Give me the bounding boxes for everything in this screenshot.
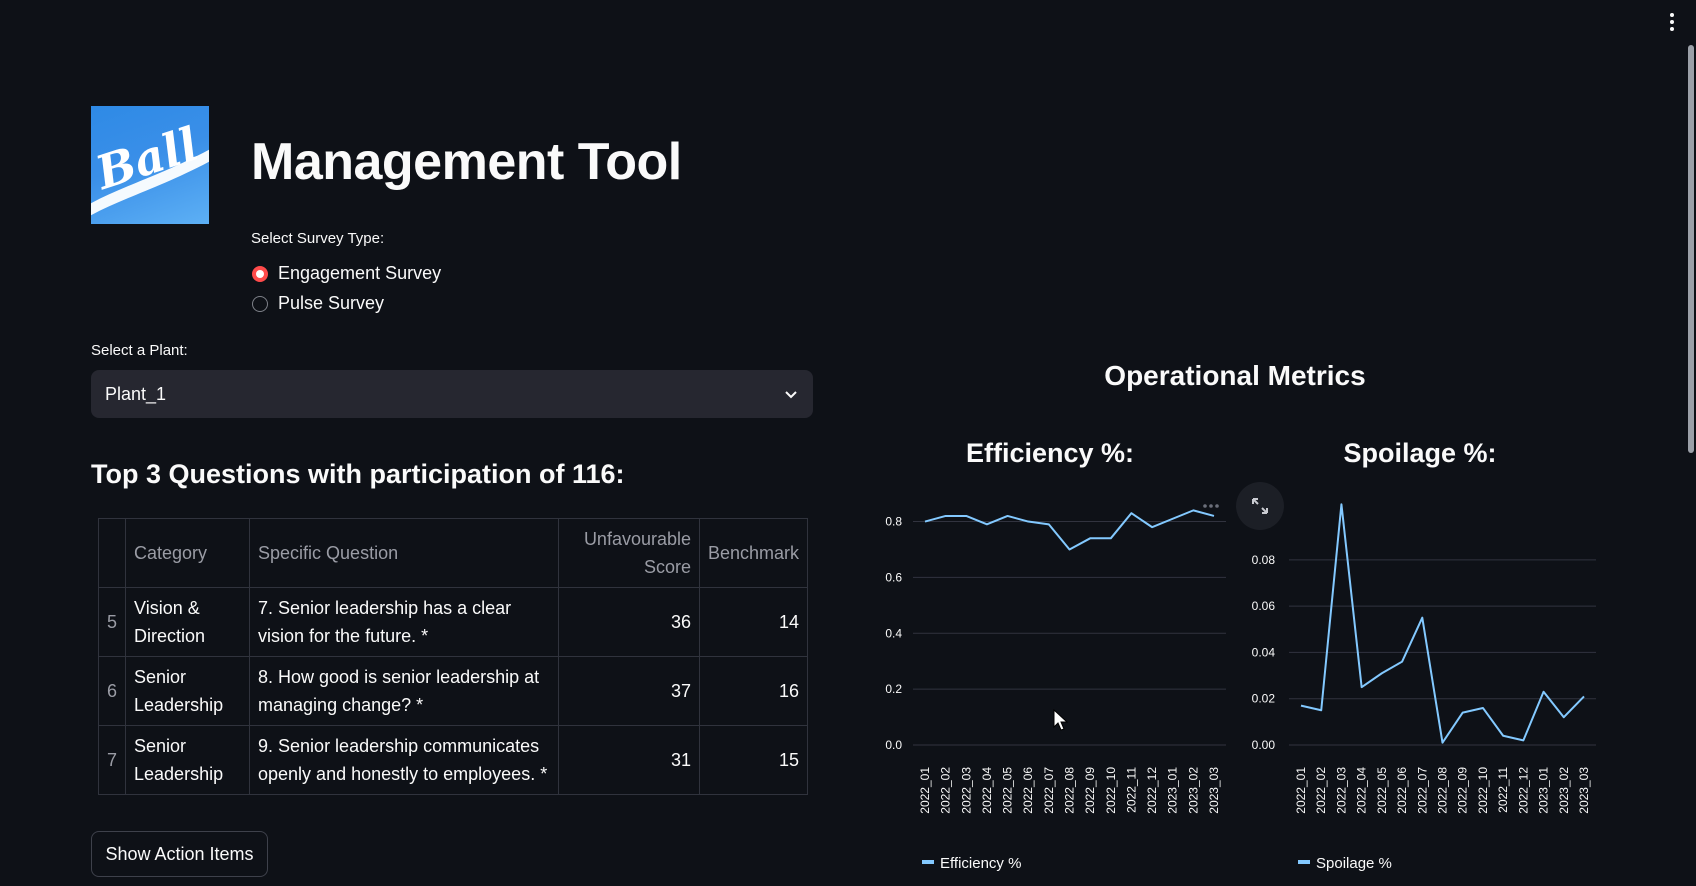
y-tick-label: 0.4 <box>885 626 902 640</box>
x-tick-label: 2022_09 <box>1456 767 1470 814</box>
data-point <box>1026 519 1031 524</box>
x-tick-label: 2022_01 <box>1294 767 1308 814</box>
y-tick-label: 0.0 <box>885 738 902 752</box>
x-tick-label: 2022_03 <box>959 767 973 814</box>
x-tick-label: 2022_02 <box>1314 767 1328 814</box>
legend-swatch <box>922 860 934 864</box>
charts-canvas: 0.0 0.2 0.4 0.6 0.8 2022_01 2022_02 2022_03 2022… <box>885 502 1596 872</box>
data-point <box>1191 508 1196 513</box>
x-tick-label: 2022_05 <box>1001 767 1015 814</box>
legend-label: Efficiency % <box>940 855 1021 872</box>
data-point <box>1541 689 1546 694</box>
x-tick-label: 2022_03 <box>1334 767 1348 814</box>
chart-menu-icon[interactable] <box>1203 504 1219 508</box>
data-point <box>1108 536 1113 541</box>
x-tick-label: 2023_01 <box>1537 767 1551 814</box>
y-tick-label: 0.04 <box>1252 645 1276 659</box>
x-tick-label: 2023_03 <box>1207 767 1221 814</box>
x-tick-label: 2022_09 <box>1083 767 1097 814</box>
x-tick-label: 2022_01 <box>918 767 932 814</box>
data-point <box>1420 615 1425 620</box>
x-tick-label: 2022_10 <box>1104 767 1118 814</box>
data-point <box>964 513 969 518</box>
x-tick-label: 2023_01 <box>1166 767 1180 814</box>
x-tick-label: 2022_08 <box>1436 767 1450 814</box>
data-point <box>1440 740 1445 745</box>
x-tick-label: 2022_12 <box>1516 767 1530 814</box>
data-point <box>1339 502 1344 507</box>
x-tick-label: 2022_05 <box>1375 767 1389 814</box>
x-tick-label: 2022_12 <box>1145 767 1159 814</box>
data-point <box>1501 733 1506 738</box>
x-tick-label: 2023_03 <box>1577 767 1591 814</box>
legend-swatch <box>1298 860 1310 864</box>
data-point <box>1067 547 1072 552</box>
y-tick-label: 0.00 <box>1252 738 1276 752</box>
data-point <box>1319 708 1324 713</box>
y-tick-label: 0.06 <box>1252 599 1276 613</box>
data-point <box>923 519 928 524</box>
data-point <box>984 522 989 527</box>
data-point <box>1460 710 1465 715</box>
x-tick-label: 2022_07 <box>1415 767 1429 814</box>
series-line <box>1300 503 1585 744</box>
x-tick-label: 2022_02 <box>939 767 953 814</box>
data-point <box>1046 522 1051 527</box>
data-point <box>1400 659 1405 664</box>
legend-label: Spoilage % <box>1316 855 1392 872</box>
mouse-cursor-icon <box>1053 709 1069 731</box>
x-tick-label: 2022_06 <box>1021 767 1035 814</box>
x-tick-label: 2022_08 <box>1063 767 1077 814</box>
data-point <box>1088 536 1093 541</box>
data-point <box>1582 694 1587 699</box>
data-point <box>1561 715 1566 720</box>
efficiency-chart: 0.0 0.2 0.4 0.6 0.8 2022_01 2022_02 2022_03 2022… <box>885 508 1226 872</box>
data-point <box>1150 525 1155 530</box>
data-point <box>1379 671 1384 676</box>
x-tick-label: 2022_07 <box>1042 767 1056 814</box>
y-tick-label: 0.6 <box>885 570 902 584</box>
data-point <box>1170 516 1175 521</box>
y-tick-label: 0.8 <box>885 515 902 529</box>
data-point <box>1129 511 1134 516</box>
data-point <box>943 513 948 518</box>
y-tick-label: 0.02 <box>1252 692 1276 706</box>
x-tick-label: 2022_11 <box>1496 767 1510 813</box>
spoilage-chart: 0.00 0.02 0.04 0.06 0.08 2022_01 2022_02 2022_0… <box>1252 502 1596 872</box>
y-tick-label: 0.08 <box>1252 553 1276 567</box>
x-tick-label: 2022_11 <box>1124 767 1138 813</box>
fullscreen-expand-icon[interactable] <box>1236 482 1284 530</box>
data-point <box>1299 703 1304 708</box>
data-point <box>1212 513 1217 518</box>
x-tick-label: 2023_02 <box>1557 767 1571 814</box>
x-tick-label: 2022_04 <box>980 767 994 814</box>
x-tick-label: 2022_06 <box>1395 767 1409 814</box>
x-tick-label: 2023_02 <box>1186 767 1200 814</box>
data-point <box>1359 685 1364 690</box>
x-tick-label: 2022_10 <box>1476 767 1490 814</box>
x-tick-label: 2022_04 <box>1355 767 1369 814</box>
data-point <box>1005 513 1010 518</box>
data-point <box>1480 705 1485 710</box>
y-tick-label: 0.2 <box>885 682 902 696</box>
data-point <box>1521 738 1526 743</box>
